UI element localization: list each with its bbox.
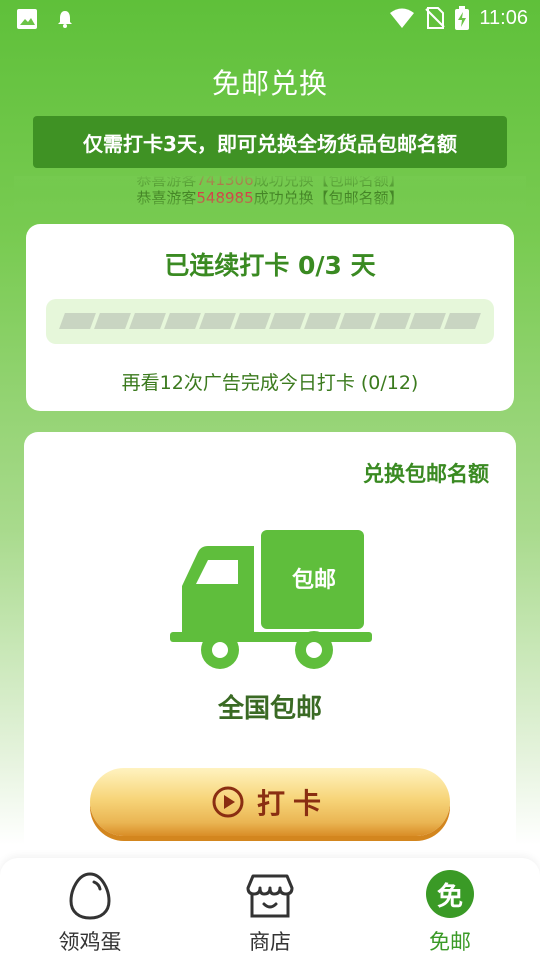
nav-item-eggs[interactable]: 领鸡蛋 bbox=[0, 858, 180, 960]
progress-segment bbox=[374, 313, 411, 329]
progress-segment bbox=[444, 313, 481, 329]
nav-label: 领鸡蛋 bbox=[58, 930, 122, 954]
progress-segments bbox=[59, 313, 481, 329]
image-icon bbox=[17, 9, 37, 29]
no-sim-icon bbox=[425, 7, 446, 29]
nav-item-free-shipping[interactable]: 免 免邮 bbox=[360, 858, 540, 960]
ticker-suffix: 成功兑换【包邮名额】 bbox=[253, 176, 404, 189]
checkin-button[interactable]: 打卡 bbox=[90, 768, 450, 836]
redemption-ticker: 恭喜游客741306成功兑换【包邮名额】 恭喜游客548985成功兑换【包邮名额… bbox=[14, 176, 526, 212]
status-time: 11:06 bbox=[479, 6, 528, 29]
progress-segment bbox=[269, 313, 306, 329]
ticker-line: 恭喜游客548985成功兑换【包邮名额】 bbox=[14, 189, 526, 207]
bottom-navigation: 领鸡蛋 商店 免 免邮 bbox=[0, 858, 540, 960]
shop-icon bbox=[246, 874, 294, 918]
ad-task-text: 再看12次广告完成今日打卡 (0/12) bbox=[121, 372, 419, 394]
checkin-progress-card: 已连续打卡 0/3 天 再看12次广告完成今日打卡 (0/12) bbox=[26, 224, 514, 411]
redeem-shipping-link[interactable]: 兑换包邮名额 bbox=[363, 458, 489, 488]
wifi-icon bbox=[390, 8, 415, 28]
nationwide-shipping-text: 全国包邮 bbox=[217, 694, 322, 724]
progress-segment bbox=[234, 313, 271, 329]
progress-segment bbox=[94, 313, 131, 329]
progress-segment bbox=[164, 313, 201, 329]
nav-label: 商店 bbox=[249, 930, 291, 954]
nav-item-shop[interactable]: 商店 bbox=[180, 858, 360, 960]
progress-segment bbox=[59, 313, 96, 329]
progress-segment bbox=[409, 313, 446, 329]
nav-label: 免邮 bbox=[429, 930, 471, 954]
free-shipping-icon: 免 bbox=[426, 870, 474, 918]
ticker-line: 恭喜游客741306成功兑换【包邮名额】 bbox=[14, 176, 526, 189]
ticker-prefix: 恭喜游客 bbox=[136, 189, 197, 207]
ticker-prefix: 恭喜游客 bbox=[136, 176, 197, 189]
progress-segment bbox=[129, 313, 166, 329]
progress-segment bbox=[199, 313, 236, 329]
battery-charging-icon bbox=[455, 6, 470, 30]
page-title: 免邮兑换 bbox=[211, 67, 328, 100]
truck-label: 包邮 bbox=[291, 568, 336, 593]
notification-bell-icon bbox=[58, 11, 72, 28]
promo-banner: 仅需打卡3天，即可兑换全场货品包邮名额 bbox=[33, 116, 507, 168]
ticker-user-number: 741306 bbox=[196, 176, 254, 189]
progress-segment bbox=[339, 313, 376, 329]
status-bar: 11:06 bbox=[0, 0, 540, 38]
free-shipping-card: 兑换包邮名额 包邮 全国包邮 打卡 bbox=[24, 432, 516, 862]
checkin-button-label: 打卡 bbox=[256, 787, 329, 820]
ticker-user-number: 548985 bbox=[196, 189, 254, 207]
play-icon bbox=[212, 786, 244, 818]
egg-icon bbox=[69, 872, 111, 920]
checkin-progress-bar bbox=[46, 299, 494, 344]
progress-segment bbox=[304, 313, 341, 329]
delivery-truck-icon bbox=[170, 530, 372, 669]
ticker-suffix: 成功兑换【包邮名额】 bbox=[253, 189, 404, 207]
streak-title: 已连续打卡 0/3 天 bbox=[164, 251, 376, 280]
